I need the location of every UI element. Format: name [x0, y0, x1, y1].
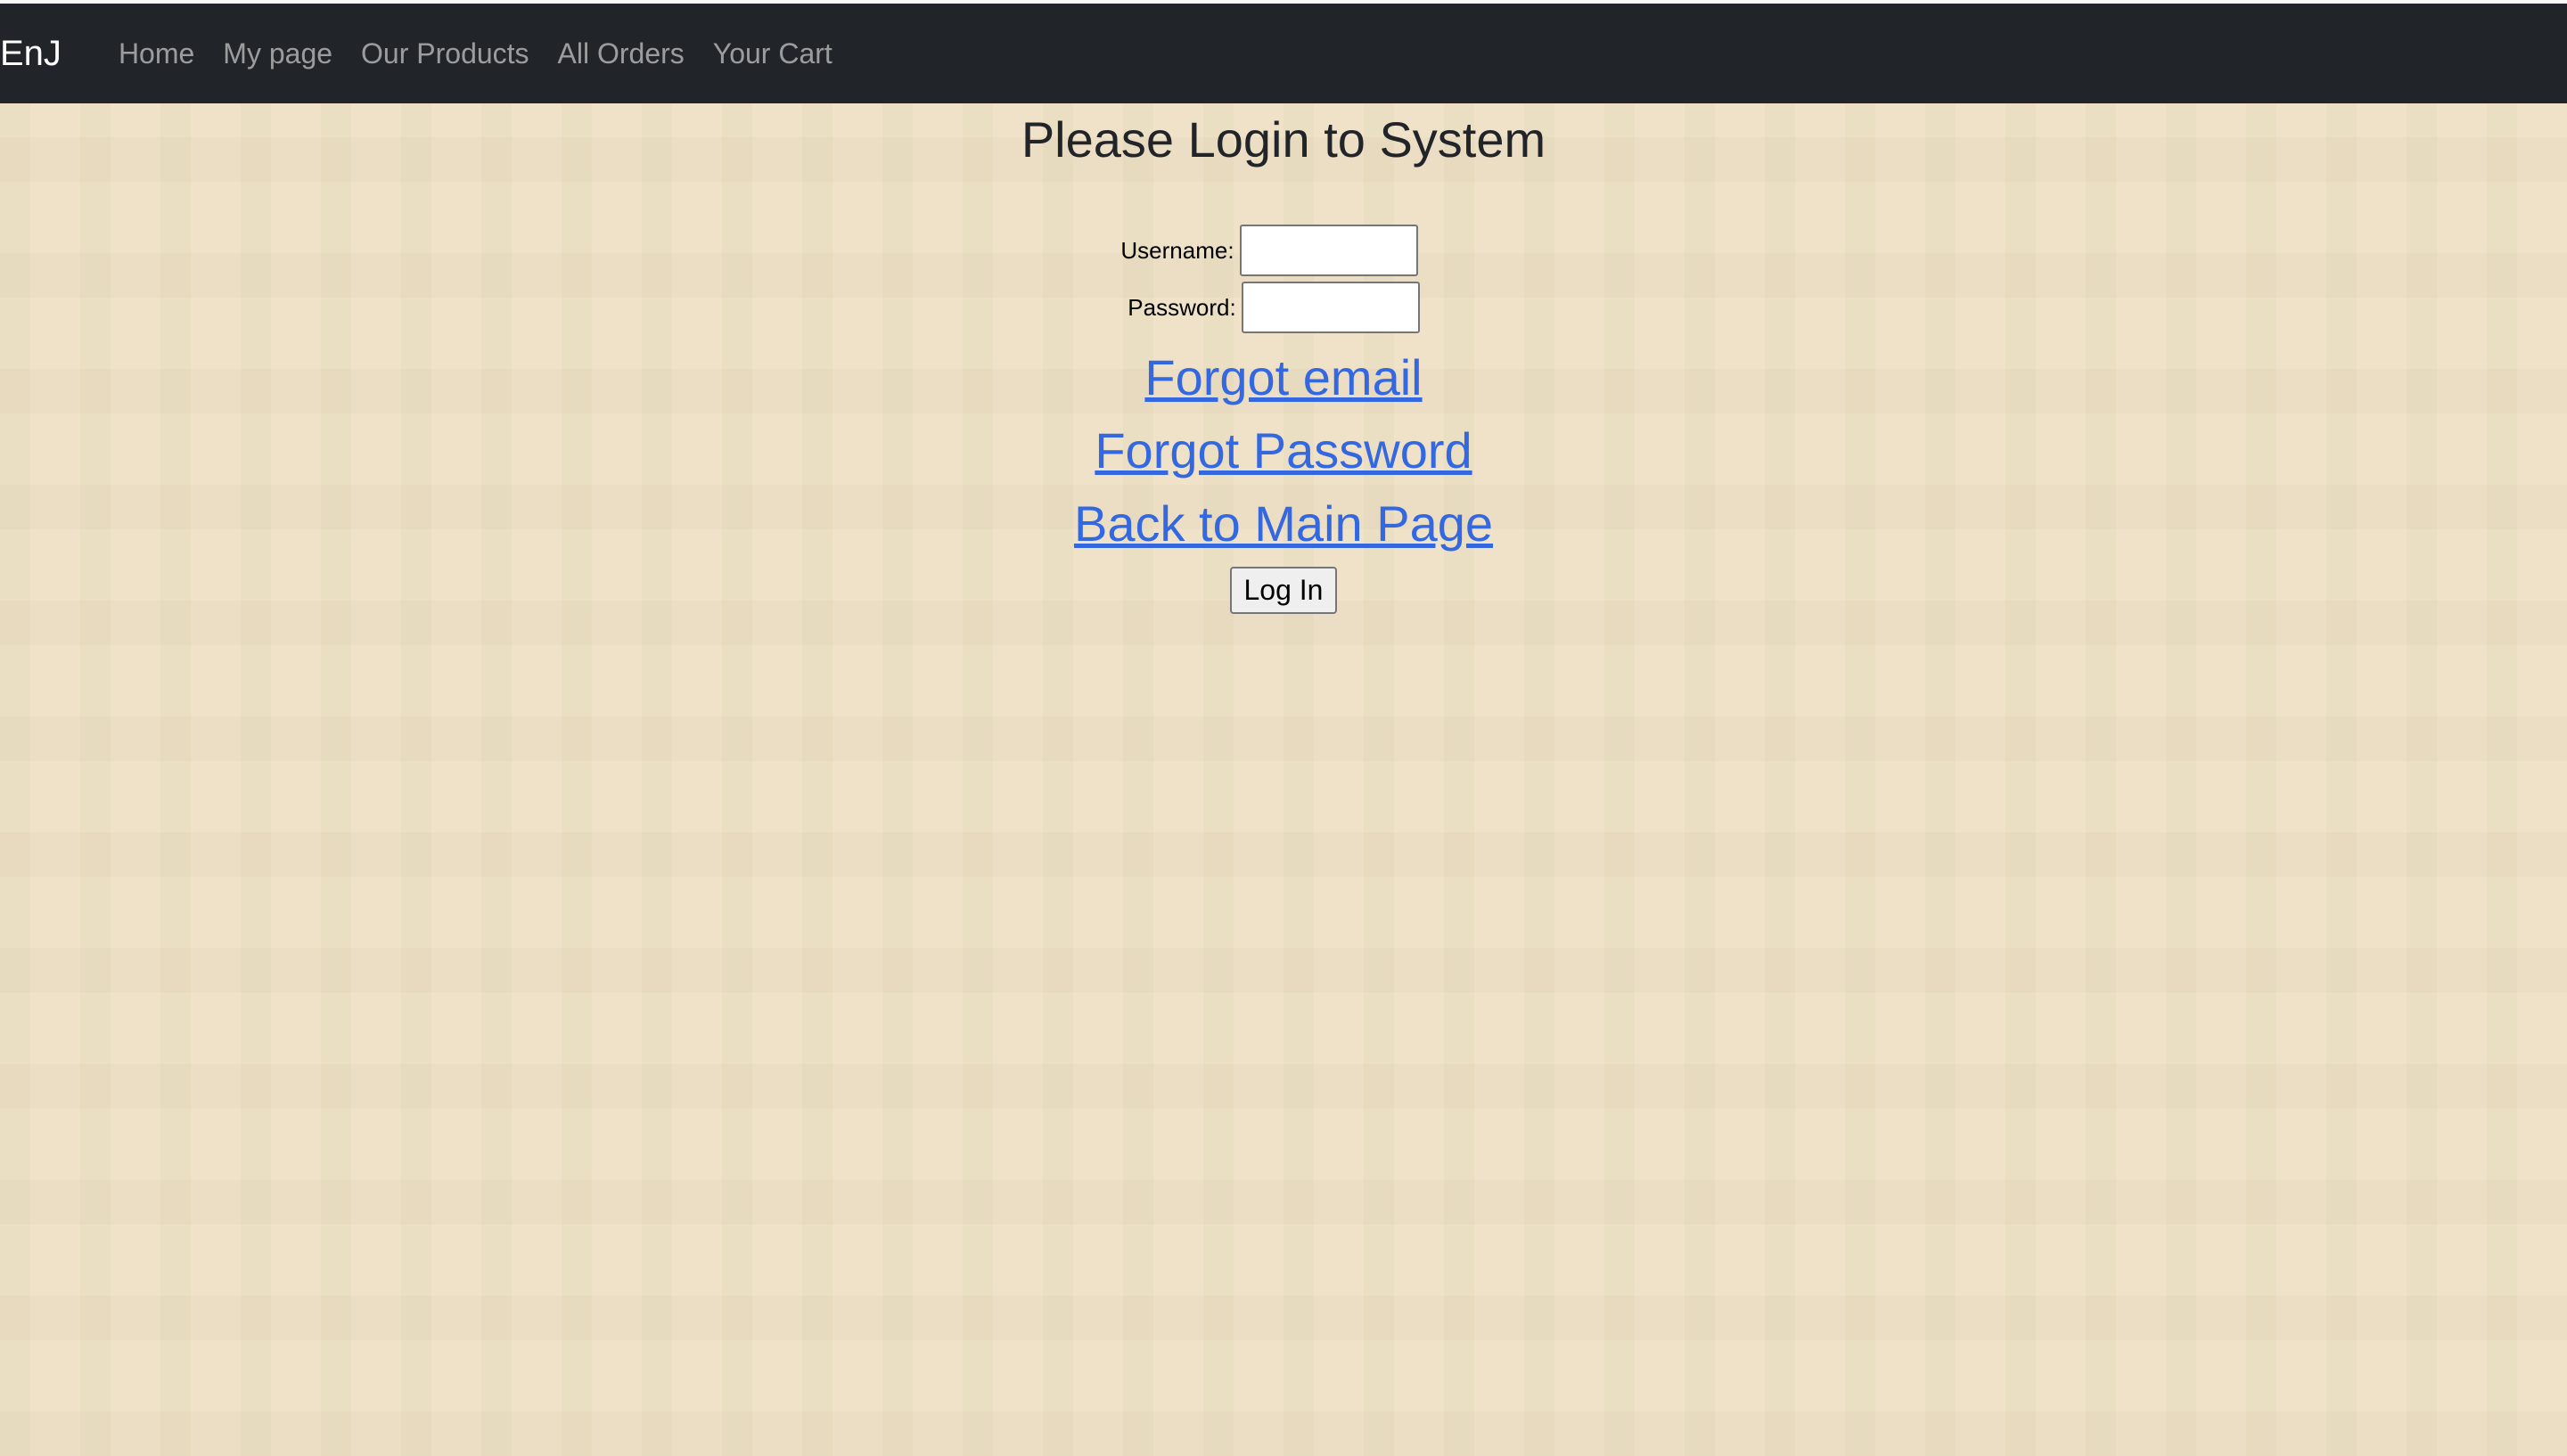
nav-link-our-products[interactable]: Our Products: [347, 37, 544, 70]
nav-links: Home My page Our Products All Orders You…: [104, 37, 847, 70]
nav-link-home[interactable]: Home: [104, 37, 209, 70]
login-button[interactable]: Log In: [1229, 567, 1338, 614]
password-row: Password:: [1128, 282, 1420, 333]
password-input[interactable]: [1241, 282, 1420, 333]
password-label: Password:: [1128, 293, 1236, 321]
forgot-email-link[interactable]: Forgot email: [1144, 344, 1422, 412]
nav-link-your-cart[interactable]: Your Cart: [699, 37, 847, 70]
nav-link-my-page[interactable]: My page: [209, 37, 347, 70]
nav-link-all-orders[interactable]: All Orders: [544, 37, 699, 70]
forgot-password-link[interactable]: Forgot Password: [1095, 417, 1472, 485]
page-title: Please Login to System: [1021, 111, 1546, 168]
brand-logo[interactable]: EnJ: [0, 34, 62, 74]
username-input[interactable]: [1239, 225, 1418, 276]
back-to-main-link[interactable]: Back to Main Page: [1074, 490, 1493, 558]
navbar: EnJ Home My page Our Products All Orders…: [0, 4, 2567, 103]
username-row: Username:: [1120, 225, 1418, 276]
login-form: Username: Password: Forgot email Forgot …: [1074, 225, 1493, 614]
username-label: Username:: [1120, 236, 1234, 264]
main-content: Please Login to System Username: Passwor…: [0, 103, 2567, 614]
